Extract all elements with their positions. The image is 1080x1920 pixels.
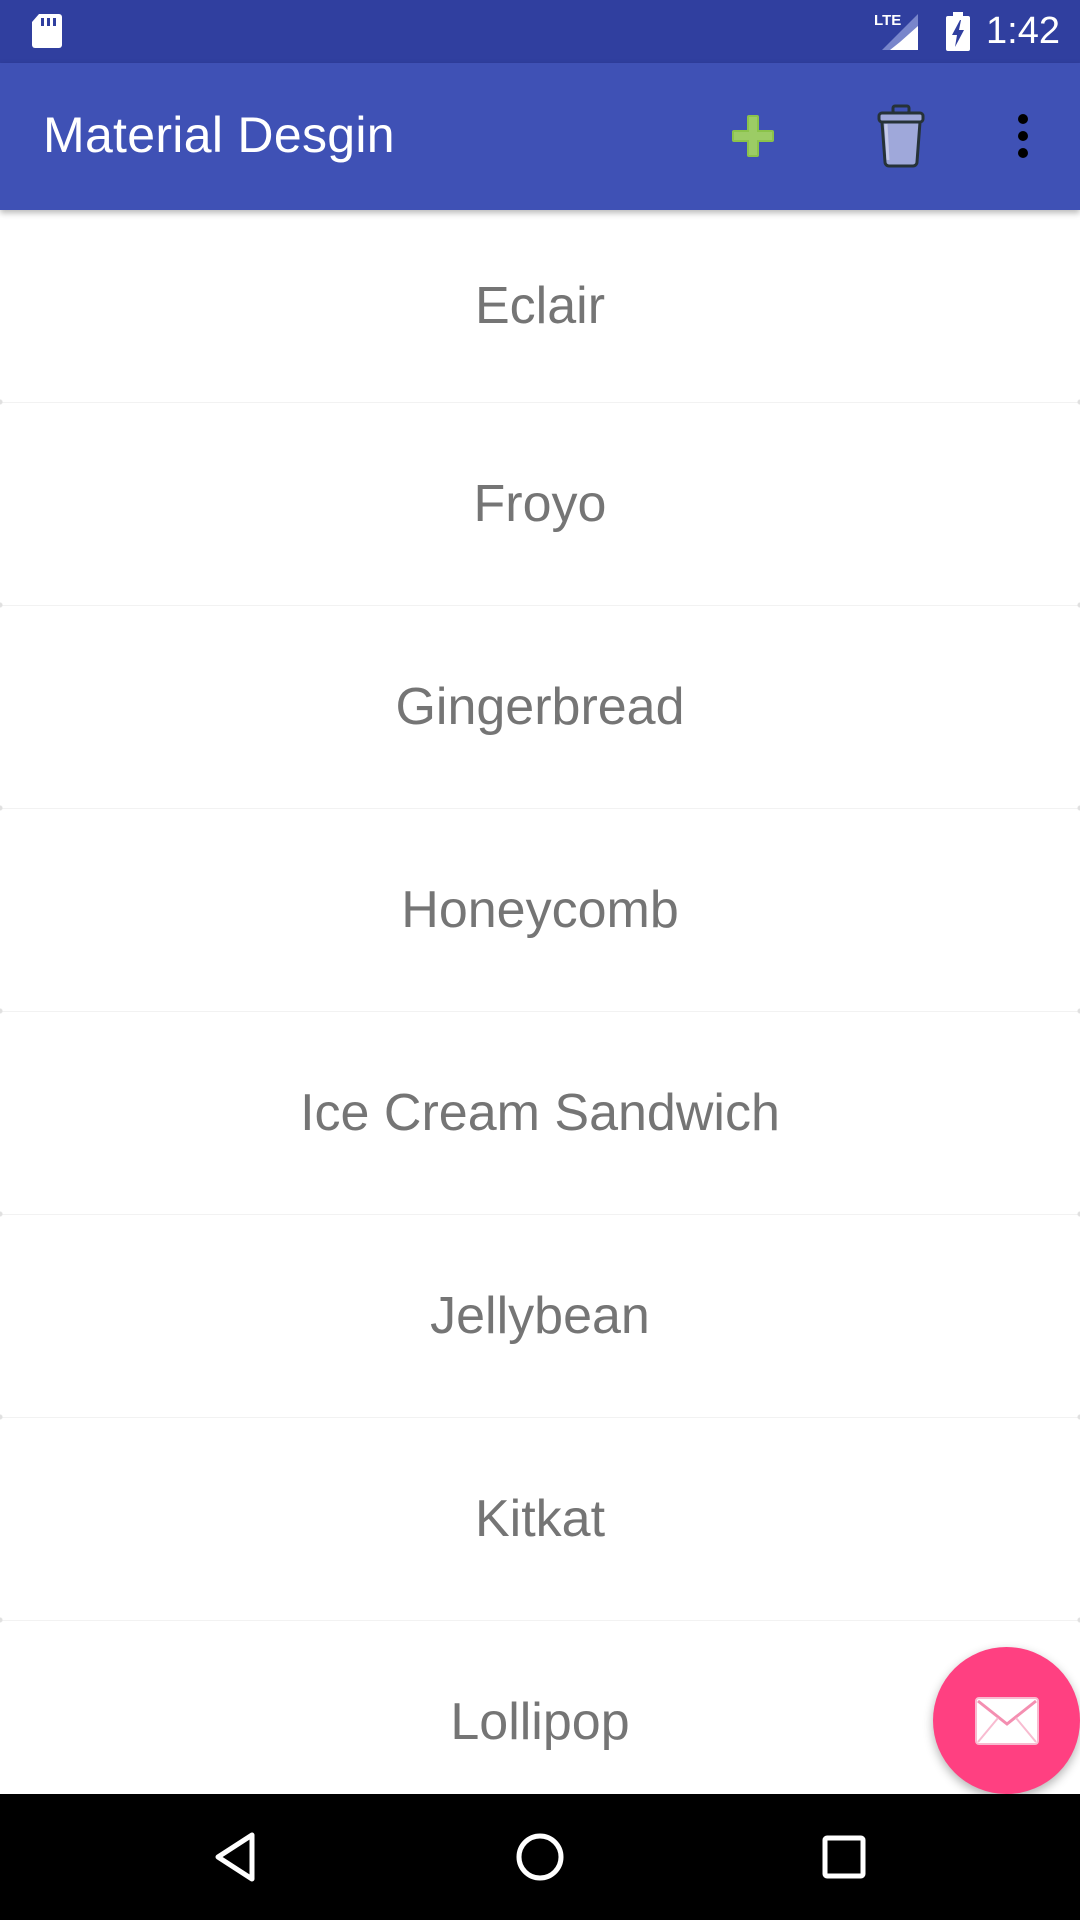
list-item-label: Gingerbread (395, 678, 685, 736)
mail-icon (974, 1696, 1039, 1745)
app-title: Material Desgin (43, 107, 395, 163)
plus-icon (732, 115, 774, 157)
list-item-label: Lollipop (450, 1693, 630, 1751)
status-bar: LTE 1:42 (0, 0, 1080, 63)
back-icon (215, 1832, 255, 1882)
home-icon (516, 1833, 564, 1881)
status-time: 1:42 (986, 10, 1060, 52)
list-item-label: Ice Cream Sandwich (300, 1084, 780, 1142)
more-options-button[interactable] (978, 91, 1068, 181)
list-item-label: Kitkat (474, 1490, 606, 1548)
navigation-bar (0, 1794, 1080, 1920)
list-item-label: Jellybean (430, 1287, 650, 1345)
list-item[interactable]: Honeycomb (0, 809, 1080, 1017)
list-item[interactable]: Eclair (0, 210, 1080, 408)
more-vert-icon (1018, 114, 1028, 158)
compose-mail-fab[interactable] (933, 1647, 1080, 1794)
recents-button[interactable] (799, 1814, 889, 1900)
list-item[interactable]: Gingerbread (0, 606, 1080, 814)
list-item[interactable]: Froyo (0, 403, 1080, 611)
list-item[interactable]: Ice Cream Sandwich (0, 1012, 1080, 1220)
battery-charging-icon (922, 11, 972, 52)
home-button[interactable] (495, 1814, 585, 1900)
item-list[interactable]: Eclair Froyo Gingerbread Honeycomb Ice C… (0, 210, 1080, 1794)
list-item[interactable]: Jellybean (0, 1215, 1080, 1423)
delete-button[interactable] (856, 91, 946, 181)
sd-card-icon (30, 12, 64, 50)
screen: LTE 1:42 Material Desgin Eclair Froyo Gi… (0, 0, 1080, 1920)
list-item-label: Honeycomb (401, 881, 679, 939)
lte-signal-icon: LTE (874, 12, 922, 52)
back-button[interactable] (190, 1814, 280, 1900)
status-icons: LTE 1:42 (874, 0, 1060, 63)
list-item-label: Eclair (474, 277, 606, 335)
trash-icon (877, 104, 925, 168)
recents-icon (822, 1835, 866, 1879)
app-bar: Material Desgin (0, 63, 1080, 210)
list-item[interactable]: Kitkat (0, 1418, 1080, 1626)
add-button[interactable] (708, 91, 798, 181)
list-item-label: Froyo (473, 475, 607, 533)
network-label: LTE (874, 11, 902, 29)
list-item[interactable]: Lollipop (0, 1621, 1080, 1794)
